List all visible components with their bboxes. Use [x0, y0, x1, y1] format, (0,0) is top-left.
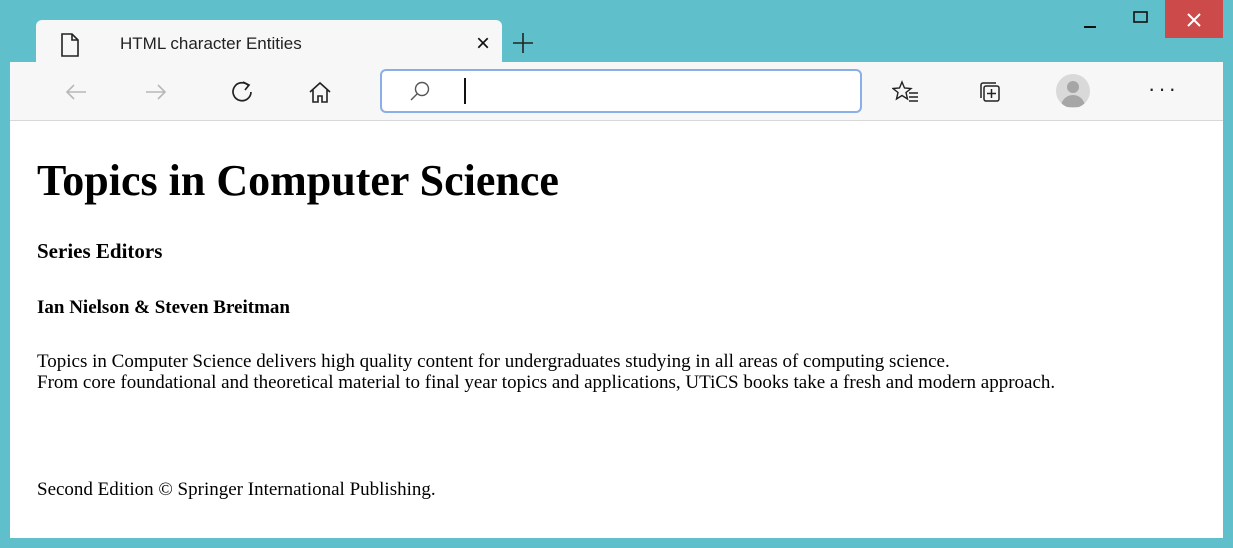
collections-icon[interactable]: [976, 78, 1004, 106]
forward-arrow-icon[interactable]: [142, 78, 170, 106]
toolbar: ···: [10, 62, 1223, 121]
address-bar[interactable]: [380, 69, 862, 113]
minimize-icon[interactable]: [1065, 0, 1115, 38]
text-caret: [464, 78, 466, 104]
back-arrow-icon[interactable]: [62, 78, 90, 106]
description-line-2: From core foundational and theoretical m…: [37, 372, 1056, 393]
description-line-1: Topics in Computer Science delivers high…: [37, 351, 950, 372]
editors-names: Ian Nielson & Steven Breitman: [37, 297, 290, 318]
page-title: Topics in Computer Science: [37, 156, 559, 205]
maximize-icon[interactable]: [1115, 0, 1165, 38]
browser-window: HTML character Entities × ··· Topics in …: [10, 0, 1223, 538]
search-icon: [408, 79, 432, 103]
window-close-icon[interactable]: [1165, 0, 1223, 38]
edition-text: Second Edition © Springer International …: [37, 479, 436, 500]
close-icon[interactable]: ×: [470, 31, 496, 57]
tab-title: HTML character Entities: [120, 34, 302, 53]
page-content: Topics in Computer Science Series Editor…: [10, 121, 1223, 538]
home-icon[interactable]: [306, 78, 334, 106]
more-icon[interactable]: ···: [1148, 76, 1179, 102]
tab-strip: HTML character Entities ×: [10, 0, 1223, 70]
profile-icon[interactable]: [1056, 74, 1090, 108]
address-input[interactable]: [462, 77, 846, 107]
series-editors-heading: Series Editors: [37, 239, 163, 263]
plus-icon[interactable]: [508, 28, 538, 58]
description-paragraph: Topics in Computer Science delivers high…: [37, 351, 1177, 393]
window-controls: [1065, 0, 1223, 38]
favorites-icon[interactable]: [891, 78, 920, 106]
refresh-icon[interactable]: [228, 78, 256, 106]
page-icon: [60, 33, 80, 57]
